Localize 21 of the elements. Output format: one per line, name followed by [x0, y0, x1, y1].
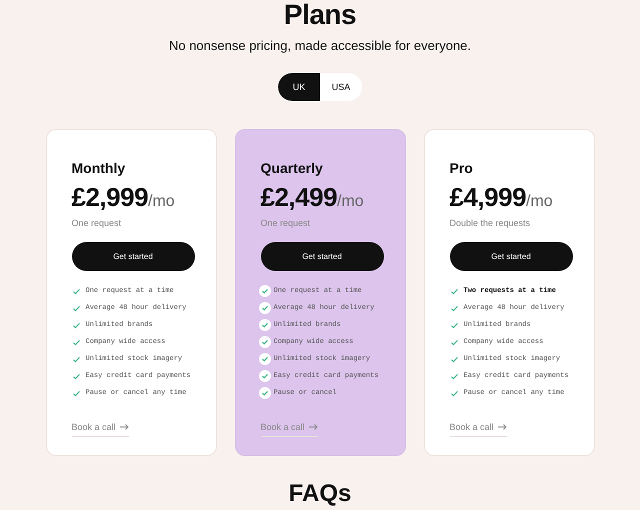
price-period: /mo [148, 193, 175, 211]
price-period: /mo [337, 193, 364, 211]
book-call-link[interactable]: Book a call [72, 422, 129, 437]
get-started-button[interactable]: Get started [72, 242, 194, 271]
price: £2,499 [260, 182, 338, 213]
plan-note: Double the requests [450, 218, 530, 228]
section-heading: FAQs [288, 480, 352, 508]
subtitle: No nonsense pricing, made accessible for everyone. [168, 38, 472, 53]
plan-name: Pro [450, 160, 473, 176]
plan-name: Monthly [72, 160, 126, 176]
price: £2,999 [72, 182, 148, 213]
region-toggle-option[interactable]: UK [278, 73, 320, 101]
get-started-button[interactable]: Get started [450, 242, 572, 271]
plan-note: One request [72, 218, 122, 228]
price: £4,999 [450, 182, 526, 213]
price-period: /mo [526, 193, 553, 211]
book-call-link[interactable]: Book a call [450, 422, 507, 437]
plan-note: One request [260, 218, 310, 228]
section-heading: Plans [284, 0, 356, 30]
get-started-button[interactable]: Get started [260, 242, 384, 271]
plan-name: Quarterly [260, 160, 323, 176]
